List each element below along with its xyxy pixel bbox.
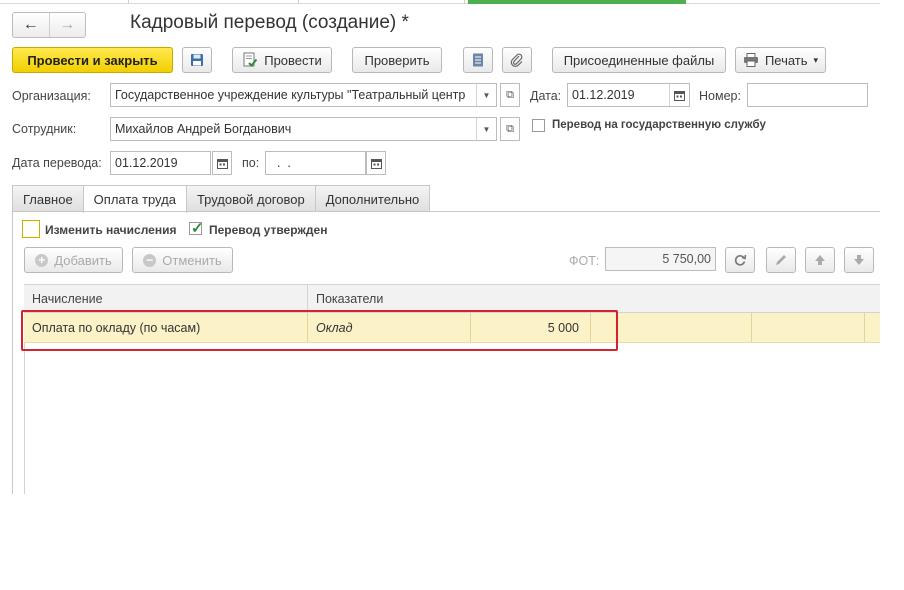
date-value: 01.12.2019 (572, 88, 635, 102)
cancel-label: Отменить (162, 252, 222, 268)
change-accruals-checkbox[interactable] (22, 220, 40, 238)
tab-additional-label: Дополнительно (325, 191, 420, 207)
tab-divider (12, 211, 880, 212)
printer-icon (743, 53, 758, 67)
plus-circle-icon: + (35, 253, 49, 267)
column-header-indicators-label: Показатели (316, 292, 384, 306)
tab-employment-contract[interactable]: Трудовой договор (185, 185, 316, 212)
tab-bar: Главное Оплата труда Трудовой договор До… (12, 185, 431, 213)
add-label: Добавить (54, 252, 112, 268)
transfer-approved-label: Перевод утвержден (209, 223, 328, 237)
column-header-indicators[interactable]: Показатели (308, 285, 608, 313)
fot-value: 5 750,00 (662, 252, 711, 266)
calendar-icon (370, 158, 382, 169)
organization-field[interactable]: Государственное учреждение культуры "Теа… (110, 83, 497, 107)
edit-button[interactable] (766, 247, 796, 273)
document-icon (473, 53, 483, 67)
cancel-button[interactable]: − Отменить (132, 247, 233, 273)
transfer-approved-checkbox[interactable] (189, 219, 204, 237)
column-header-accrual[interactable]: Начисление (24, 285, 307, 313)
check-button[interactable]: Проверить (352, 47, 442, 73)
page-title: Кадровый перевод (создание) * (130, 12, 409, 33)
print-button[interactable]: Печать ▾ (735, 47, 826, 73)
organization-label: Организация: (12, 89, 91, 103)
post-document-icon (243, 52, 258, 67)
save-button[interactable] (182, 47, 212, 73)
to-date-calendar-button[interactable] (366, 151, 386, 175)
pencil-icon (776, 255, 786, 265)
arrow-down-icon (854, 255, 864, 265)
open-organization-button[interactable]: ⧉ (500, 83, 520, 107)
tab-employment-contract-label: Трудовой договор (196, 191, 305, 207)
number-label: Номер: (699, 89, 741, 103)
arrow-left-icon: ← (22, 16, 39, 33)
refresh-button[interactable] (725, 247, 755, 273)
to-date-field[interactable]: . . (265, 151, 366, 175)
to-date-value: . . (270, 156, 305, 170)
print-label: Печать (764, 52, 808, 68)
attached-files-label: Присоединенные файлы (563, 52, 715, 68)
paperclip-icon (510, 53, 523, 67)
history-nav: ← → (12, 12, 86, 38)
tab-main[interactable]: Главное (12, 185, 84, 212)
fot-field: 5 750,00 (605, 247, 716, 271)
post-button[interactable]: Провести (232, 47, 332, 73)
transfer-date-field[interactable]: 01.12.2019 (110, 151, 211, 175)
organization-value: Государственное учреждение культуры "Теа… (115, 88, 466, 102)
open-form-icon: ⧉ (506, 88, 514, 101)
forward-button[interactable]: → (48, 13, 86, 37)
refresh-icon (734, 254, 747, 266)
page-border (12, 211, 13, 494)
column-header-accrual-label: Начисление (32, 292, 103, 306)
chevron-down-icon: ▾ (813, 54, 819, 65)
chevron-down-icon[interactable]: ▼ (476, 84, 496, 106)
employee-field[interactable]: Михайлов Андрей Богданович ▼ (110, 117, 497, 141)
transfer-date-value: 01.12.2019 (115, 156, 178, 170)
floppy-disk-icon (191, 54, 203, 66)
tab-pay[interactable]: Оплата труда (82, 185, 187, 213)
active-window-indicator (468, 0, 686, 4)
back-button[interactable]: ← (13, 13, 49, 37)
transfer-date-calendar-button[interactable] (212, 151, 232, 175)
document-list-button[interactable] (463, 47, 493, 73)
number-field[interactable] (747, 83, 868, 107)
transfer-date-label: Дата перевода: (12, 156, 102, 170)
chevron-down-icon[interactable]: ▼ (476, 118, 496, 140)
calendar-icon (216, 158, 228, 169)
to-date-label: по: (242, 156, 260, 170)
civil-service-label: Перевод на государственную службу (552, 119, 766, 131)
fot-label: ФОТ: (569, 254, 600, 268)
highlight-frame (21, 310, 618, 351)
calendar-icon[interactable] (669, 84, 689, 106)
table-body-border (24, 343, 25, 494)
minus-circle-icon: − (143, 253, 157, 267)
employee-value: Михайлов Андрей Богданович (115, 122, 292, 136)
change-accruals-label: Изменить начисления (45, 223, 177, 237)
post-and-close-label: Провести и закрыть (27, 52, 158, 68)
add-button[interactable]: + Добавить (24, 247, 123, 273)
top-tab-strip (0, 0, 880, 4)
date-field[interactable]: 01.12.2019 (567, 83, 690, 107)
post-label: Провести (264, 52, 322, 68)
table-header: Начисление Показатели (24, 284, 880, 313)
attached-files-button[interactable]: Присоединенные файлы (552, 47, 726, 73)
open-employee-button[interactable]: ⧉ (500, 117, 520, 141)
arrow-right-icon: → (59, 16, 76, 33)
employee-label: Сотрудник: (12, 122, 77, 136)
date-label: Дата: (530, 89, 562, 103)
tab-additional[interactable]: Дополнительно (314, 185, 431, 212)
check-label: Проверить (364, 52, 430, 68)
post-and-close-button[interactable]: Провести и закрыть (12, 47, 173, 73)
move-up-button[interactable] (805, 247, 835, 273)
open-form-icon: ⧉ (506, 122, 514, 135)
tab-pay-label: Оплата труда (93, 192, 176, 207)
arrow-up-icon (815, 255, 825, 265)
tab-main-label: Главное (23, 191, 73, 207)
civil-service-checkbox[interactable] (532, 119, 545, 132)
attach-button[interactable] (502, 47, 532, 73)
move-down-button[interactable] (844, 247, 874, 273)
